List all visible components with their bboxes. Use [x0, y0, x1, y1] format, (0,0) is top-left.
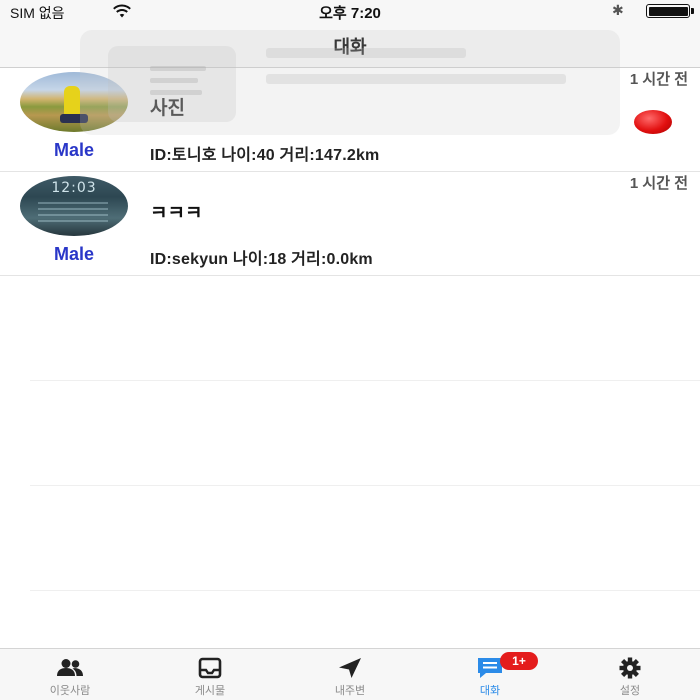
battery-icon	[646, 4, 694, 18]
conversation-row[interactable]: 12:03 Male ㅋㅋㅋ ID:sekyun 나이:18 거리:0.0km …	[0, 172, 700, 276]
tab-label: 설정	[619, 685, 641, 697]
tab-settings[interactable]: 설정	[560, 649, 700, 700]
unread-badge: 1+	[500, 652, 538, 670]
tab-label: 이웃사람	[49, 685, 91, 697]
list-divider	[30, 380, 700, 381]
tab-posts[interactable]: 게시물	[140, 649, 280, 700]
gender-label: Male	[53, 140, 95, 160]
message-preview: ㅋㅋㅋ	[150, 203, 203, 224]
list-divider	[30, 590, 700, 591]
avatar-clock-text: 12:03	[51, 180, 97, 196]
tab-nearby[interactable]: 내주변	[280, 649, 420, 700]
user-info: ID:토니호 나이:40 거리:147.2km	[150, 147, 380, 164]
tab-bar: 이웃사람 게시물 내주변 1+ 대화 설정	[0, 648, 700, 700]
bluetooth-icon: ✱	[612, 2, 624, 18]
timestamp: 1 시간 전	[629, 175, 688, 192]
avatar[interactable]: 12:03	[20, 176, 128, 236]
notification-banner-ghost	[80, 30, 620, 135]
user-info: ID:sekyun 나이:18 거리:0.0km	[150, 251, 373, 268]
gear-icon	[619, 657, 641, 679]
people-icon	[57, 659, 83, 676]
tab-label: 게시물	[194, 685, 226, 697]
tab-label: 내주변	[334, 685, 366, 697]
tab-chat[interactable]: 1+ 대화	[420, 649, 560, 700]
clock: 오후 7:20	[319, 5, 381, 22]
timestamp: 1 시간 전	[629, 71, 688, 88]
inbox-icon	[198, 657, 222, 679]
unread-indicator	[634, 110, 672, 134]
gender-label: Male	[53, 244, 95, 264]
battery-level	[648, 6, 688, 16]
tab-label: 대화	[479, 685, 501, 697]
list-divider	[30, 485, 700, 486]
location-arrow-icon	[339, 658, 361, 678]
status-bar: SIM 없음 오후 7:20 ✱	[0, 0, 700, 22]
tab-neighbors[interactable]: 이웃사람	[0, 649, 140, 700]
